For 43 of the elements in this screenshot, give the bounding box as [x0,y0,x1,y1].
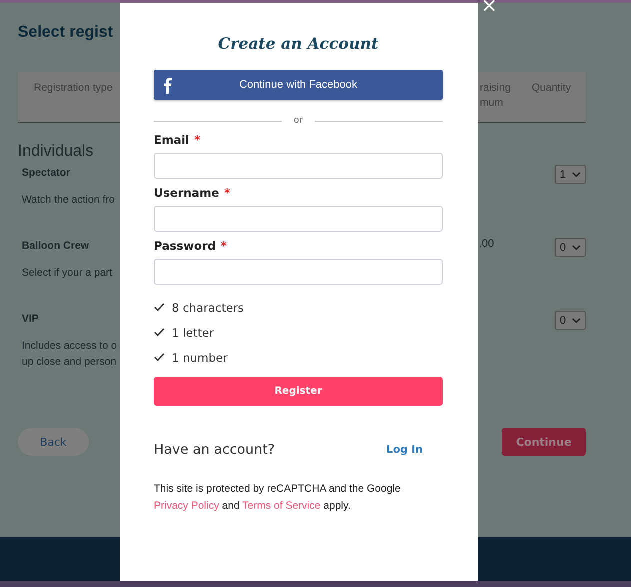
caret-icon [572,244,581,250]
password-rule: 1 number [172,350,228,364]
quantity-select[interactable]: 1 [555,165,586,184]
register-button[interactable]: Register [154,377,443,406]
privacy-link[interactable]: Privacy Policy [154,500,220,512]
terms-link[interactable]: Terms of Service [242,500,321,512]
required-mark: * [221,239,228,253]
column-header: raising mum [480,81,511,111]
input-field[interactable] [154,206,443,232]
registration-description: Select if your a part [22,266,112,281]
column-header: Registration type [34,81,113,96]
required-mark: * [224,186,230,200]
required-mark: * [194,133,200,147]
registration-name: Balloon Crew [22,240,90,252]
caret-icon [572,318,581,324]
facebook-icon [163,77,172,94]
quantity-select[interactable]: 0 [555,311,586,330]
quantity-select[interactable]: 0 [555,238,586,257]
back-button[interactable]: Back [18,428,89,456]
divider-text: or [294,116,304,126]
input-field[interactable] [154,153,443,179]
password-rule: 1 letter [172,326,214,340]
registration-description: Watch the action fro [22,193,115,208]
field-label: Password [154,239,216,253]
modal-title: Create an Account [217,33,380,55]
field-label: Username [154,186,220,200]
registration-name: Spectator [22,167,70,179]
recaptcha-notice: This site is protected by reCAPTCHA and the Google Privacy Policy and Terms of Service apply. [154,482,402,514]
column-header: Quantity [532,81,572,96]
registration-description: Includes access to o up close and person [22,339,118,370]
price-text: .00 [479,238,494,250]
field-label: Email [154,133,190,147]
section-heading: Individuals [18,143,95,161]
facebook-button[interactable]: Continue with Facebook [154,70,443,100]
input-field[interactable] [154,259,443,285]
login-link[interactable]: Log In [386,444,423,456]
close-button[interactable]: × [481,0,498,15]
page-title: Select regist [18,23,114,43]
account-prompt: Have an account? [154,442,276,458]
caret-icon [572,172,581,178]
continue-button[interactable]: Continue [502,428,586,456]
registration-name: VIP [22,313,39,325]
password-rule: 8 characters [172,300,244,314]
